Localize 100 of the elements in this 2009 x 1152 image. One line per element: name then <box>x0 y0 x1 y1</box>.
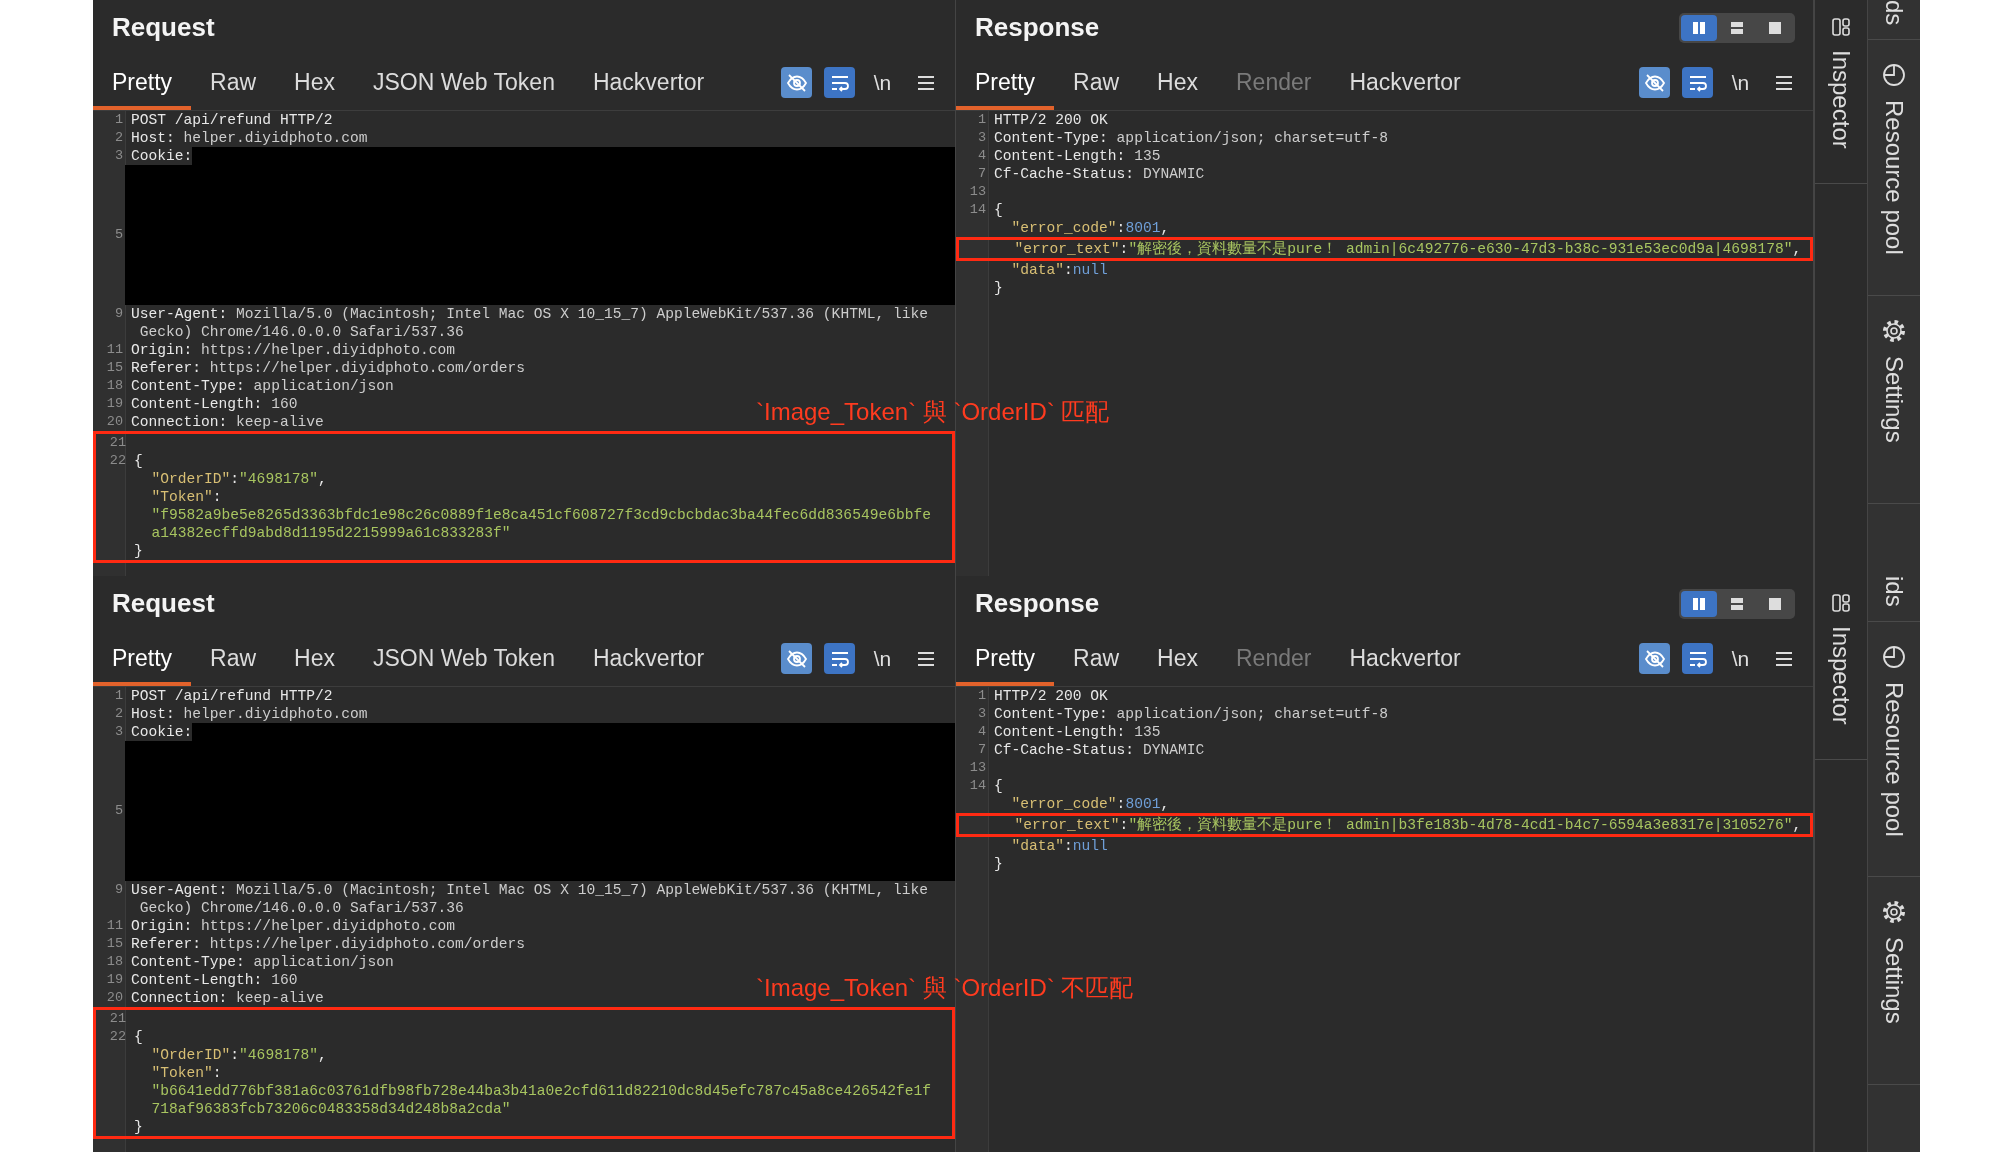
code-line: Cf-Cache-Status: DYNAMIC <box>993 741 1205 759</box>
side-tab[interactable]: Resource pool <box>1868 621 1920 878</box>
menu-icon <box>1774 74 1793 91</box>
code-line: Content-Length: 135 <box>993 723 1161 741</box>
code-line: Content-Length: 160 <box>130 971 298 989</box>
line-number: 2 <box>113 705 124 723</box>
code-line: "error_text":"解密後，資料數量不是pure！ admin|b3fe183b-4d78-4cd1-b4c7-6594a3e8317e|3105276", <box>1013 816 1802 834</box>
code-line: } <box>133 1118 143 1136</box>
code-line: User-Agent: Mozilla/5.0 (Macintosh; Intel Mac OS X 10_15_7) AppleWebKit/537.36 (KHTML, like <box>130 305 928 323</box>
view-tab[interactable]: Raw <box>191 55 276 110</box>
line-number: 9 <box>113 881 124 899</box>
layout-button[interactable] <box>1681 14 1717 41</box>
code-line: HTTP/2 200 OK <box>993 111 1108 129</box>
panel-title: Request <box>112 588 215 619</box>
eye-slash-icon <box>1643 71 1666 94</box>
code-line: Connection: keep-alive <box>130 989 324 1007</box>
rows-icon <box>1730 596 1744 611</box>
line-number: 1 <box>113 687 124 705</box>
view-tab[interactable]: Hackvertor <box>1330 55 1480 110</box>
wrap-toggle[interactable] <box>824 67 855 98</box>
code-line: "error_code":8001, <box>1010 795 1170 813</box>
view-tab[interactable]: Hex <box>275 55 354 110</box>
code-line: Cf-Cache-Status: DYNAMIC <box>993 165 1205 183</box>
code-line: 718af96383fcb73206c0483358d34d248b8a2cda" <box>150 1100 511 1118</box>
single-pane-icon <box>1768 20 1782 35</box>
line-number: 3 <box>113 723 124 741</box>
hide-toggle[interactable] <box>781 67 812 98</box>
menu-icon <box>916 74 935 91</box>
newline-toggle[interactable]: \n <box>1725 67 1756 98</box>
line-number: 3 <box>976 129 987 147</box>
code-line: User-Agent: Mozilla/5.0 (Macintosh; Intel Mac OS X 10_15_7) AppleWebKit/537.36 (KHTML, like <box>130 881 928 899</box>
code-line: Cookie: <box>130 147 193 165</box>
line-number: 21 <box>108 434 127 452</box>
code-line: { <box>993 201 1003 219</box>
side-tab[interactable]: Resource pool <box>1868 40 1920 297</box>
view-tab[interactable]: Raw <box>191 631 276 686</box>
code-line: POST /api/refund HTTP/2 <box>130 687 333 705</box>
newline-toggle[interactable]: \n <box>867 643 898 674</box>
panel-title: Response <box>975 588 1100 619</box>
view-tab[interactable]: Hex <box>275 631 354 686</box>
line-number: 13 <box>968 759 987 777</box>
code-line: "error_code":8001, <box>1010 219 1170 237</box>
hide-toggle[interactable] <box>781 643 812 674</box>
code-line: HTTP/2 200 OK <box>993 687 1108 705</box>
view-tab[interactable]: Raw <box>1054 55 1139 110</box>
hide-toggle[interactable] <box>1639 643 1670 674</box>
side-tab[interactable]: Settings <box>1868 877 1920 1086</box>
code-line: "Token": <box>150 488 222 506</box>
code-line: } <box>993 855 1003 873</box>
panel-title: Response <box>975 12 1100 43</box>
newline-toggle[interactable]: \n <box>867 67 898 98</box>
code-line: POST /api/refund HTTP/2 <box>130 111 333 129</box>
code-line: Origin: https://helper.diyidphoto.com <box>130 917 456 935</box>
view-tab[interactable]: Hackvertor <box>573 55 724 110</box>
line-number: 9 <box>113 305 124 323</box>
menu-icon <box>916 650 935 667</box>
wrap-toggle[interactable] <box>824 643 855 674</box>
code-line: "OrderID":"4698178", <box>150 470 327 488</box>
side-tab[interactable]: ids <box>1868 576 1920 622</box>
side-tab[interactable]: ds <box>1868 0 1920 41</box>
line-number: 19 <box>105 971 124 989</box>
line-number: 11 <box>105 917 124 935</box>
code-line: { <box>133 1028 143 1046</box>
menu-icon <box>1774 650 1793 667</box>
hide-toggle[interactable] <box>1639 67 1670 98</box>
line-number: 20 <box>105 413 124 431</box>
code-line: Content-Length: 160 <box>130 395 298 413</box>
line-number: 4 <box>976 723 987 741</box>
layout-button[interactable] <box>1681 590 1717 617</box>
line-number: 2 <box>113 129 124 147</box>
code-line: } <box>993 279 1003 297</box>
line-number: 22 <box>108 1028 127 1046</box>
code-line: Content-Type: application/json <box>130 377 394 395</box>
view-tab[interactable]: Hackvertor <box>573 631 724 686</box>
line-number: 18 <box>105 377 124 395</box>
view-tab[interactable]: JSON Web Token <box>354 55 574 110</box>
settings-icon <box>1881 899 1907 926</box>
single-pane-icon <box>1768 596 1782 611</box>
side-tab[interactable]: Settings <box>1868 296 1920 504</box>
view-tab[interactable]: Hex <box>1138 631 1217 686</box>
panel-title: Request <box>112 12 215 43</box>
clock-icon <box>1881 62 1907 89</box>
wrap-toggle[interactable] <box>1682 67 1713 98</box>
panel-icon <box>1830 592 1852 614</box>
line-number: 14 <box>968 777 987 795</box>
code-line: Content-Type: application/json <box>130 953 394 971</box>
line-number: 1 <box>976 111 987 129</box>
columns-icon <box>1692 596 1706 611</box>
line-number: 18 <box>105 953 124 971</box>
wrap-toggle[interactable] <box>1682 643 1713 674</box>
code-line: "f9582a9be5e8265d3363bfdc1e98c26c0889f1e8ca451cf608727f3cd9cbcbdac3ba44fec6dd836549e6bbfe <box>150 506 931 524</box>
view-tab[interactable]: Raw <box>1054 631 1139 686</box>
view-tab[interactable]: JSON Web Token <box>354 631 574 686</box>
line-number: 4 <box>976 147 987 165</box>
view-tab[interactable]: Hex <box>1138 55 1217 110</box>
code-line: Referer: https://helper.diyidphoto.com/orders <box>130 935 526 953</box>
view-tab[interactable]: Hackvertor <box>1330 631 1480 686</box>
newline-toggle[interactable]: \n <box>1725 643 1756 674</box>
line-number: 11 <box>105 341 124 359</box>
line-number: 1 <box>976 687 987 705</box>
